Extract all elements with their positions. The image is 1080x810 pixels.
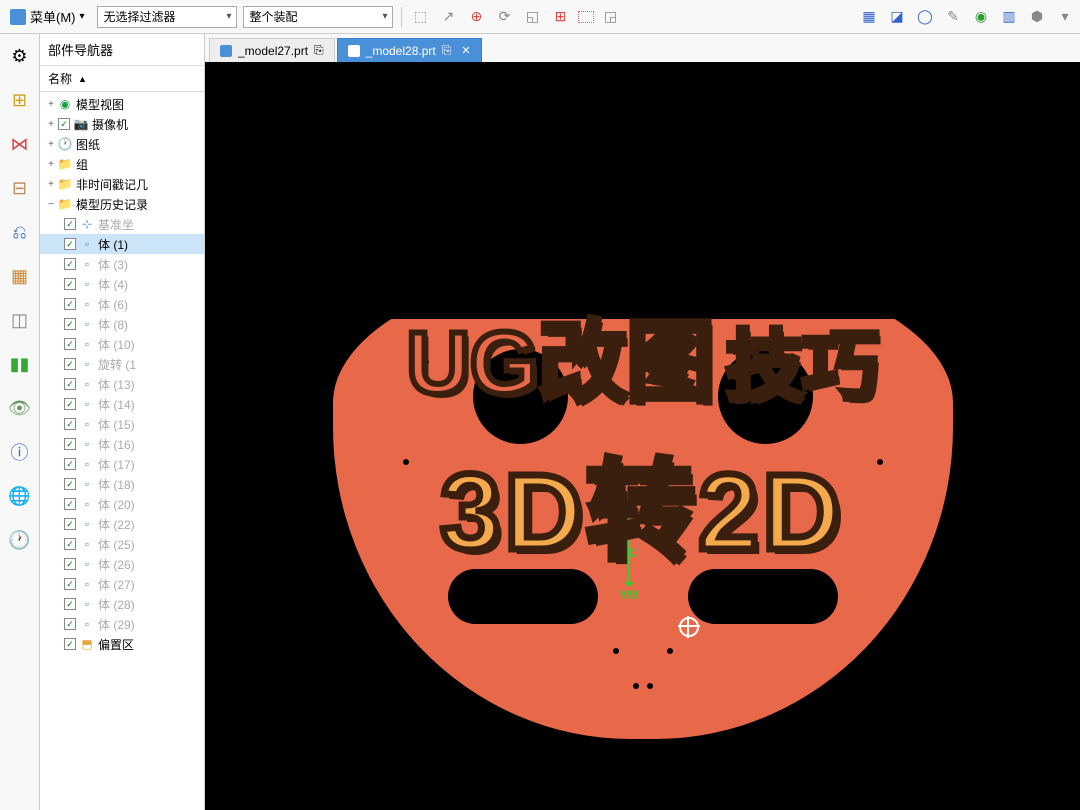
menu-label: 菜单(M)	[30, 7, 76, 26]
tree-node[interactable]: +◉模型视图	[40, 94, 204, 114]
view-icon-2[interactable]: ◪	[886, 6, 908, 28]
tab-state-icon: ⎘	[314, 43, 324, 58]
rail-settings-icon[interactable]: ⚙	[6, 42, 34, 70]
menu-icon	[10, 9, 26, 25]
tool-icon-8[interactable]: ◲	[600, 6, 622, 28]
view-icon-1[interactable]: ▦	[858, 6, 880, 28]
view-icon-8[interactable]: ▾	[1054, 6, 1076, 28]
axis-y-label: YC	[621, 546, 638, 560]
3d-viewport[interactable]: XC YC YM ZC UG改图 技巧 3D转2D	[205, 62, 1080, 810]
tree-history-item[interactable]: ✓▫体 (25)	[40, 534, 204, 554]
tree-node[interactable]: +📁非时间戳记几	[40, 174, 204, 194]
main-area: ⚙ ⊞ ⋈ ⊟ ⎌ ▦ ◫ ▮▮ 👁 ⓘ 🌐 🕐 部件导航器 名称 ▲ +◉模型…	[0, 34, 1080, 810]
tool-icon-7[interactable]	[578, 11, 594, 23]
tree-history-item[interactable]: ✓▫体 (14)	[40, 394, 204, 414]
tab-close-icon[interactable]: ✕	[461, 44, 470, 57]
view-icon-6[interactable]: ▥	[998, 6, 1020, 28]
rail-info-icon[interactable]: ⓘ	[6, 438, 34, 466]
view-icon-3[interactable]: ◯	[914, 6, 936, 28]
rail-assembly-icon[interactable]: ⊞	[6, 86, 34, 114]
rail-books-icon[interactable]: ▮▮	[6, 350, 34, 378]
tree-node[interactable]: +✓📷摄像机	[40, 114, 204, 134]
navigator-title: 部件导航器	[40, 34, 204, 66]
tree-history-item[interactable]: ✓▫体 (18)	[40, 474, 204, 494]
tree-history-item[interactable]: ✓▫体 (26)	[40, 554, 204, 574]
tab-state-icon: ⎘	[442, 43, 452, 58]
rail-database-icon[interactable]: ⊟	[6, 174, 34, 202]
view-icon-5[interactable]: ◉	[970, 6, 992, 28]
sort-arrow-icon: ▲	[78, 74, 87, 84]
view-cursor-icon	[678, 616, 700, 638]
tree-history-item[interactable]: ✓▫体 (15)	[40, 414, 204, 434]
rail-web-icon[interactable]: 🌐	[6, 482, 34, 510]
menu-button[interactable]: 菜单(M) ▾	[4, 5, 91, 28]
file-icon	[348, 45, 360, 57]
tree-history-item[interactable]: ✓⊹基准坐	[40, 214, 204, 234]
top-toolbar: 菜单(M) ▾ 无选择过滤器 整个装配 ⬚ ↗ ⊕ ⟳ ◱ ⊞ ◲ ▦ ◪ ◯ …	[0, 0, 1080, 34]
tree-history-item[interactable]: ✓▫体 (3)	[40, 254, 204, 274]
navigator-tree[interactable]: +◉模型视图+✓📷摄像机+🕐图纸+📁组+📁非时间戳记几−📁模型历史记录✓⊹基准坐…	[40, 92, 204, 810]
tree-history-item[interactable]: ✓▫体 (6)	[40, 294, 204, 314]
axis-ym-label: YM	[620, 588, 638, 602]
tree-history-item[interactable]: ✓▫体 (20)	[40, 494, 204, 514]
file-icon	[220, 45, 232, 57]
tool-icon-3[interactable]: ⊕	[466, 6, 488, 28]
separator	[401, 7, 402, 27]
tree-history-item[interactable]: ✓▫体 (8)	[40, 314, 204, 334]
tree-node[interactable]: −📁模型历史记录	[40, 194, 204, 214]
tool-icon-4[interactable]: ⟳	[494, 6, 516, 28]
file-tab-bar: _model27.prt⎘_model28.prt⎘✕	[205, 34, 1080, 62]
part-navigator-panel: 部件导航器 名称 ▲ +◉模型视图+✓📷摄像机+🕐图纸+📁组+📁非时间戳记几−📁…	[40, 34, 205, 810]
rail-history-icon[interactable]: 🕐	[6, 526, 34, 554]
tree-history-item[interactable]: ✓▫体 (29)	[40, 614, 204, 634]
view-icon-4[interactable]: ✎	[942, 6, 964, 28]
tool-icon-1[interactable]: ⬚	[410, 6, 432, 28]
tree-history-item[interactable]: ✓▫体 (22)	[40, 514, 204, 534]
tree-history-item[interactable]: ✓▫旋转 (1	[40, 354, 204, 374]
file-tab[interactable]: _model27.prt⎘	[209, 38, 335, 62]
rail-link-icon[interactable]: ⎌	[6, 218, 34, 246]
model-render	[333, 259, 953, 739]
axis-z-label: ZC	[620, 468, 636, 482]
tree-history-item[interactable]: ✓▫体 (13)	[40, 374, 204, 394]
tool-icon-2[interactable]: ↗	[438, 6, 460, 28]
left-icon-rail: ⚙ ⊞ ⋈ ⊟ ⎌ ▦ ◫ ▮▮ 👁 ⓘ 🌐 🕐	[0, 34, 40, 810]
axis-x-label: XC	[670, 478, 687, 492]
viewport-area: _model27.prt⎘_model28.prt⎘✕	[205, 34, 1080, 810]
tree-history-item[interactable]: ✓▫体 (10)	[40, 334, 204, 354]
assembly-filter-dropdown[interactable]: 整个装配	[243, 6, 393, 28]
rail-visibility-icon[interactable]: 👁	[6, 394, 34, 422]
tree-history-item[interactable]: ✓▫体 (4)	[40, 274, 204, 294]
navigator-column-header[interactable]: 名称 ▲	[40, 66, 204, 92]
tree-history-item[interactable]: ✓▫体 (16)	[40, 434, 204, 454]
tree-node[interactable]: +📁组	[40, 154, 204, 174]
tree-history-item[interactable]: ✓▫体 (17)	[40, 454, 204, 474]
dropdown-arrow-icon: ▾	[80, 11, 85, 22]
tree-history-item[interactable]: ✓▫体 (27)	[40, 574, 204, 594]
file-tab[interactable]: _model28.prt⎘✕	[337, 38, 482, 62]
view-icon-7[interactable]: ⬢	[1026, 6, 1048, 28]
tool-icon-5[interactable]: ◱	[522, 6, 544, 28]
selection-filter-dropdown[interactable]: 无选择过滤器	[97, 6, 237, 28]
tool-icon-6[interactable]: ⊞	[550, 6, 572, 28]
tree-history-item[interactable]: ✓⬒偏置区	[40, 634, 204, 654]
rail-constraint-icon[interactable]: ⋈	[6, 130, 34, 158]
tree-history-item[interactable]: ✓▫体 (1)	[40, 234, 204, 254]
rail-sheet-icon[interactable]: ▦	[6, 262, 34, 290]
rail-drafting-icon[interactable]: ◫	[6, 306, 34, 334]
tree-node[interactable]: +🕐图纸	[40, 134, 204, 154]
tree-history-item[interactable]: ✓▫体 (28)	[40, 594, 204, 614]
